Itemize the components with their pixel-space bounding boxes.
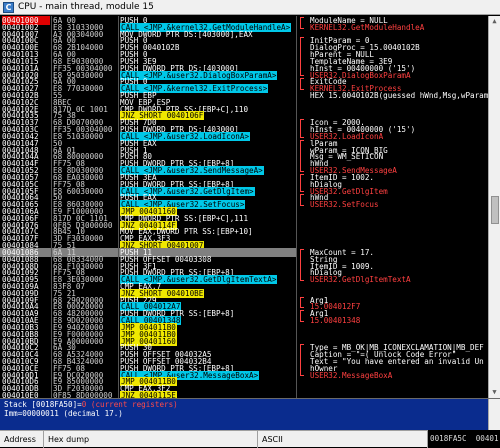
call-arguments-bracket (300, 194, 304, 206)
column-divider-hex (51, 16, 52, 398)
disasm-row[interactable]: 004010E0 0F85 8D000000 JNZ 0040115E (0, 391, 296, 398)
stack-pane-fragment[interactable]: 0018FA5C 00401 (428, 430, 500, 447)
call-arguments-bracket (300, 248, 304, 281)
window-titlebar: C CPU - main thread, module 15 (0, 0, 500, 15)
disasm-hex-bytes: 0F85 8D000000 (53, 391, 113, 398)
info-line-imm: Imm=00000011 (decimal 17.) (4, 409, 123, 418)
dump-col-ascii[interactable]: ASCII (258, 431, 428, 448)
dump-header: Address Hex dump ASCII (0, 430, 500, 448)
call-arguments-bracket (300, 173, 304, 193)
window-title: CPU - main thread, module 15 (18, 2, 154, 12)
disassembly-pane[interactable]: 00401000 6A 00 PUSH 0 00401002 E8 31033000 CA… (0, 16, 296, 398)
call-arguments-bracket (300, 119, 304, 138)
column-divider-asm (118, 16, 119, 398)
debugger-app-icon: C (3, 2, 14, 13)
scroll-up-arrow-icon[interactable]: ▲ (489, 16, 500, 27)
call-arguments-bracket (300, 17, 304, 29)
call-arguments-bracket (300, 344, 304, 377)
cpu-pane: 00401000 6A 00 PUSH 0 00401002 E8 31033000 CA… (0, 16, 500, 398)
scroll-down-arrow-icon[interactable]: ▼ (489, 387, 500, 398)
disassembly-vertical-scrollbar[interactable]: ▲ ▼ (488, 16, 500, 398)
call-arguments-bracket (300, 310, 304, 322)
info-scrollbar[interactable] (488, 399, 500, 431)
dump-col-hex[interactable]: Hex dump (44, 431, 258, 448)
dump-col-address[interactable]: Address (0, 431, 44, 448)
call-arguments-bracket (300, 78, 304, 90)
comment-column: ModuleName = NULL KERNEL32.GetModuleHandl… (298, 16, 488, 398)
call-arguments-bracket (300, 139, 304, 172)
disasm-instruction: JNZ 0040115E (120, 391, 177, 398)
scrollbar-thumb[interactable] (491, 196, 499, 224)
info-pane: Stack [0018FA50]=0 (current registers) I… (0, 398, 500, 431)
comment-line (298, 391, 488, 398)
disasm-instruction-text: JNZ 0040115E (120, 391, 177, 398)
info-stack-label: Stack [0018FA50]= (4, 400, 82, 409)
call-arguments-bracket (300, 37, 304, 77)
column-divider-comment (296, 16, 297, 398)
info-stack-value: 0 (current registers) (81, 400, 178, 409)
info-line-stack: Stack [0018FA50]=0 (current registers) (4, 400, 178, 409)
disasm-address: 004010E0 (2, 391, 39, 398)
call-arguments-bracket (300, 296, 304, 309)
